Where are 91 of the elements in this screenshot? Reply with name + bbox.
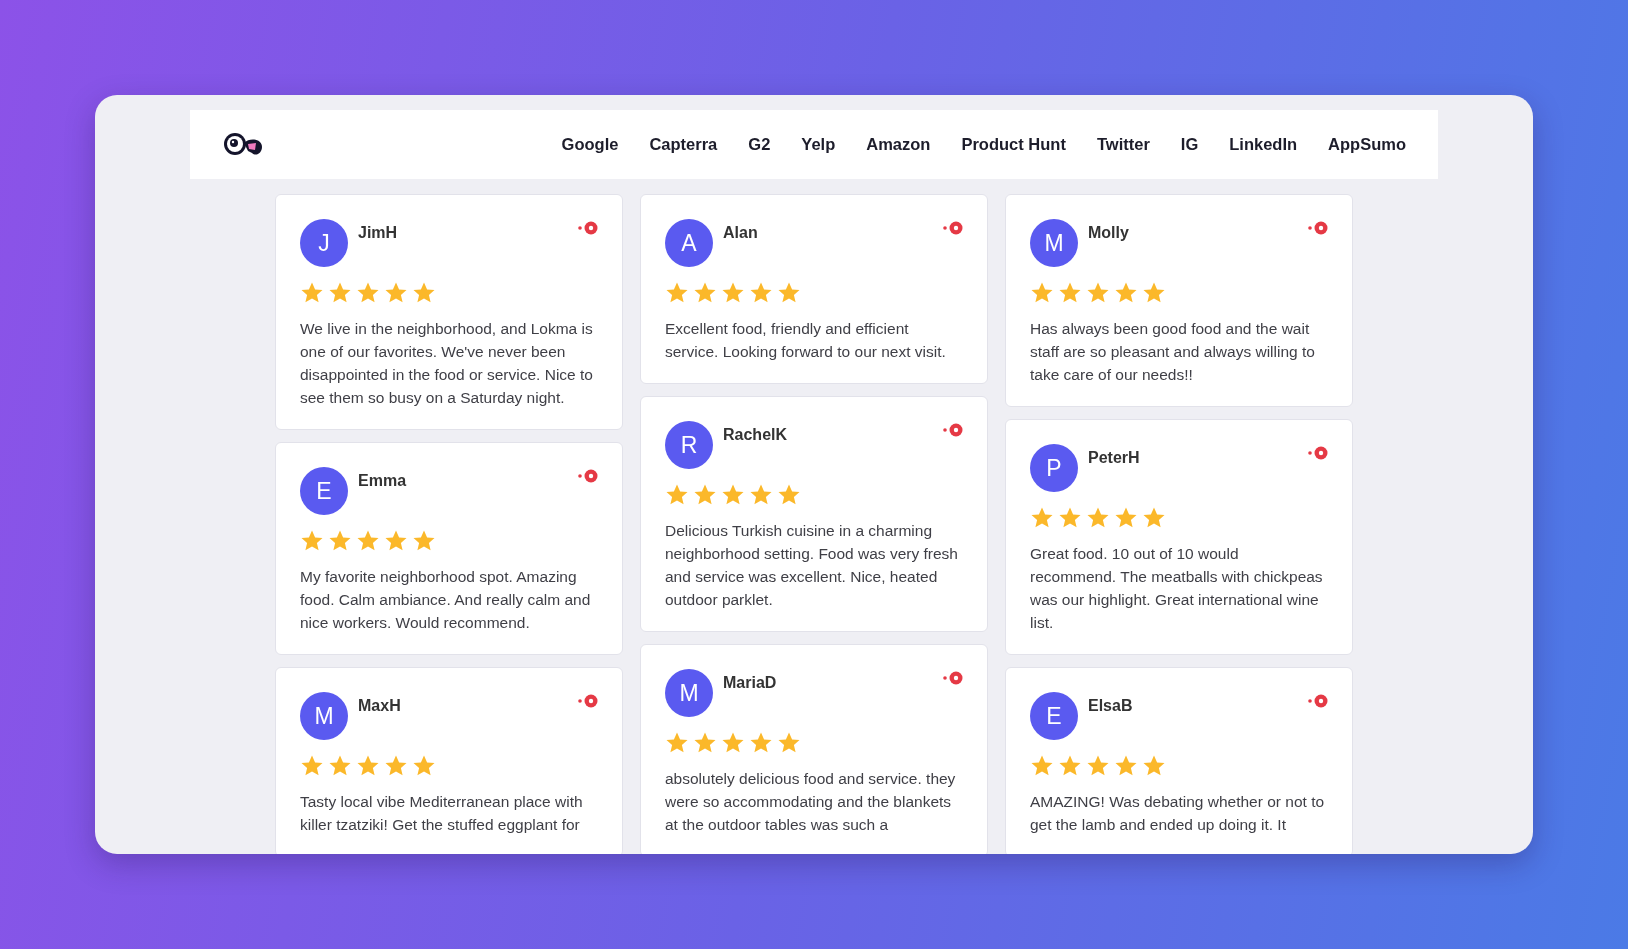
star-icon xyxy=(384,529,408,553)
star-icon xyxy=(721,483,745,507)
review-text: My favorite neighborhood spot. Amazing food. Calm ambiance. And really calm and nice workers. Would recommend. xyxy=(300,567,592,633)
star-icon xyxy=(665,483,689,507)
star-icon xyxy=(1114,281,1138,305)
reviewer-name: MaxH xyxy=(358,697,401,715)
star-icon xyxy=(1030,754,1054,778)
star-icon xyxy=(1058,506,1082,530)
star-icon xyxy=(412,281,436,305)
reviewer-name: JimH xyxy=(358,224,398,242)
dot-icon xyxy=(578,220,600,236)
star-icon xyxy=(1114,754,1138,778)
star-icon xyxy=(1030,281,1054,305)
star-icon xyxy=(1142,754,1166,778)
review-text: Tasty local vibe Mediterranean place with killer tzatziki! Get the stuffed eggplant for xyxy=(300,792,584,835)
star-icon xyxy=(749,731,773,755)
star-icon xyxy=(1086,506,1110,530)
star-icon xyxy=(777,281,801,305)
dot-icon xyxy=(1308,445,1330,461)
star-icon xyxy=(665,281,689,305)
star-icon xyxy=(693,731,717,755)
dot-icon xyxy=(578,693,600,709)
reviewer-name: Molly xyxy=(1088,224,1129,242)
avatar: M xyxy=(300,692,348,740)
star-icon xyxy=(356,281,380,305)
dot-icon xyxy=(578,468,600,484)
review-text: Delicious Turkish cuisine in a charming neighborhood setting. Food was very fresh and service was excellent. Nice, heated outdoor parklet. xyxy=(665,521,959,610)
star-icon xyxy=(384,281,408,305)
dot-icon xyxy=(943,670,965,686)
star-icon xyxy=(412,529,436,553)
star-icon xyxy=(1142,281,1166,305)
star-icon xyxy=(328,281,352,305)
nav-link[interactable]: Twitter xyxy=(1096,135,1150,154)
reviewer-name: ElsaB xyxy=(1088,697,1133,715)
star-icon xyxy=(1058,754,1082,778)
nav-link[interactable]: Yelp xyxy=(801,135,836,154)
nav-link[interactable]: Capterra xyxy=(649,135,718,154)
star-icon xyxy=(300,529,324,553)
avatar: A xyxy=(665,219,713,267)
reviewer-name: RachelK xyxy=(723,426,788,444)
nav-link[interactable]: LinkedIn xyxy=(1229,135,1298,154)
nav-link[interactable]: G2 xyxy=(748,135,771,154)
reviewer-name: PeterH xyxy=(1088,449,1140,467)
avatar: M xyxy=(1030,219,1078,267)
star-icon xyxy=(749,281,773,305)
reviewer-name: Emma xyxy=(358,472,407,490)
avatar: E xyxy=(300,467,348,515)
dot-icon xyxy=(943,220,965,236)
reviewer-name: Alan xyxy=(723,224,758,242)
review-text: We live in the neighborhood, and Lokma is one of our favorites. We've never been disappointed in the food or service. Nice to see them so busy on a Saturday night. xyxy=(300,319,594,408)
star-icon xyxy=(356,754,380,778)
star-icon xyxy=(665,731,689,755)
star-icon xyxy=(356,529,380,553)
star-icon xyxy=(777,731,801,755)
avatar: E xyxy=(1030,692,1078,740)
star-icon xyxy=(1030,506,1054,530)
avatar: M xyxy=(665,669,713,717)
star-icon xyxy=(300,754,324,778)
star-icon xyxy=(1142,506,1166,530)
star-icon xyxy=(1086,754,1110,778)
star-icon xyxy=(328,529,352,553)
avatar: P xyxy=(1030,444,1078,492)
dot-icon xyxy=(1308,693,1330,709)
nav-link[interactable]: AppSumo xyxy=(1328,135,1406,154)
star-icon xyxy=(412,754,436,778)
nav-link[interactable]: IG xyxy=(1180,135,1199,154)
star-icon xyxy=(749,483,773,507)
avatar: J xyxy=(300,219,348,267)
dot-icon xyxy=(1308,220,1330,236)
nav-link[interactable]: Product Hunt xyxy=(961,135,1066,154)
star-icon xyxy=(693,281,717,305)
nav-link[interactable]: Amazon xyxy=(866,135,931,154)
star-icon xyxy=(721,281,745,305)
avatar: R xyxy=(665,421,713,469)
star-icon xyxy=(328,754,352,778)
reviewer-name: MariaD xyxy=(723,674,777,692)
review-text: AMAZING! Was debating whether or not to get the lamb and ended up doing it. It xyxy=(1030,792,1326,835)
review-text: Has always been good food and the wait staff are so pleasant and always willing to take care of our needs!! xyxy=(1030,319,1316,385)
star-icon xyxy=(777,483,801,507)
star-icon xyxy=(1114,506,1138,530)
star-icon xyxy=(1058,281,1082,305)
nav-link[interactable]: Google xyxy=(561,135,619,154)
star-icon xyxy=(300,281,324,305)
star-icon xyxy=(384,754,408,778)
star-icon xyxy=(721,731,745,755)
dot-icon xyxy=(943,422,965,438)
star-icon xyxy=(1086,281,1110,305)
star-icon xyxy=(693,483,717,507)
review-text: Excellent food, friendly and efficient service. Looking forward to our next visit. xyxy=(665,319,947,362)
review-text: Great food. 10 out of 10 would recommend. The meatballs with chickpeas was our highlight. Great international wine list. xyxy=(1030,544,1324,633)
review-text: absolutely delicious food and service. they were so accommodating and the blankets at the outdoor tables was such a xyxy=(665,769,957,835)
